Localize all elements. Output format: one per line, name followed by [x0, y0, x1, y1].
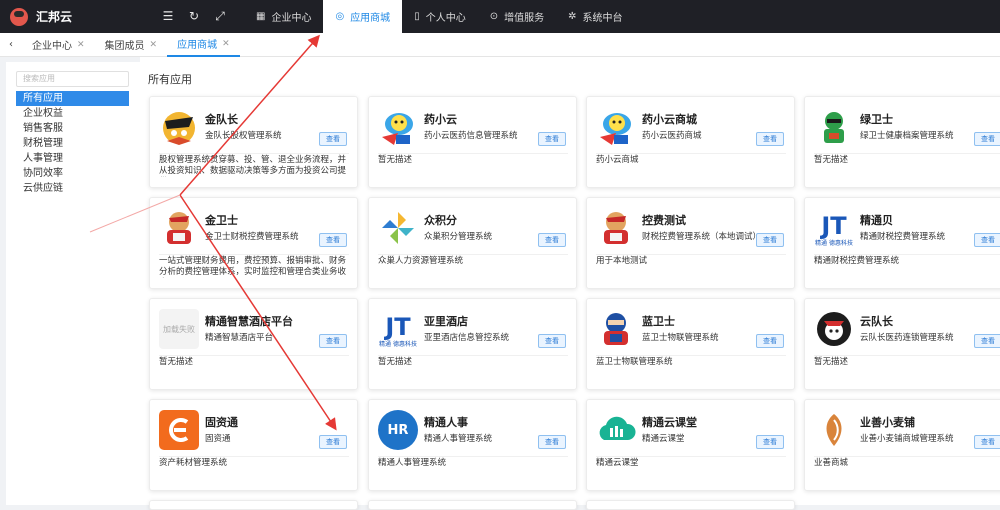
view-button[interactable]: 查看	[974, 334, 1000, 348]
toolbar: ☰ ↻ ⤢	[162, 9, 226, 24]
cloud-mascot-logo-icon	[378, 107, 418, 147]
app-store-icon: ◎	[335, 11, 345, 22]
cloud-captain-logo-icon	[814, 309, 854, 349]
category-collaboration[interactable]: 协同效率	[16, 166, 129, 181]
tab-group-members[interactable]: 集团成员 ✕	[95, 33, 168, 57]
topnav-system[interactable]: ✲ 系统中台	[556, 0, 634, 33]
category-supply-chain[interactable]: 云供应链	[16, 181, 129, 196]
app-card[interactable]: 云队长 云队长医药连锁管理系统 查看 暂无描述	[804, 298, 1000, 390]
app-list: 所有应用 金队长 金队长股权管理系统 查看 股权管理系统贯穿募、投、管、退全业务…	[140, 57, 1000, 510]
building-icon: ▦	[256, 11, 266, 22]
topnav-personal[interactable]: ▯ 个人中心	[402, 0, 478, 33]
gold-guard-logo-icon	[596, 208, 636, 248]
view-button[interactable]: 查看	[319, 435, 347, 449]
refresh-icon[interactable]: ↻	[188, 9, 200, 24]
hr-logo-icon: HR	[378, 410, 418, 450]
green-guard-logo-icon	[814, 107, 854, 147]
app-card[interactable]	[368, 500, 577, 510]
app-card[interactable]: 金队长 金队长股权管理系统 查看 股权管理系统贯穿募、投、管、退全业务流程，并从…	[149, 96, 358, 188]
category-sidebar: 搜索应用 所有应用 企业权益 销售客服 财税管理 人事管理 协同效率 云供应链	[6, 62, 140, 505]
view-button[interactable]: 查看	[974, 233, 1000, 247]
tab-bar: ‹ 企业中心 ✕ 集团成员 ✕ 应用商城 ✕	[0, 33, 1000, 57]
brand-logo-icon	[10, 7, 28, 26]
app-card[interactable]: 业善小麦铺 业善小麦铺商城管理系统 查看 业善商城	[804, 399, 1000, 491]
view-button[interactable]: 查看	[756, 435, 784, 449]
app-card[interactable]: 加载失败 精通智慧酒店平台 精通智慧酒店平台 查看 暂无描述	[149, 298, 358, 390]
wheat-logo-icon	[814, 410, 854, 450]
search-input[interactable]: 搜索应用	[16, 71, 129, 87]
value-icon: ⊙	[489, 11, 499, 22]
view-button[interactable]: 查看	[319, 132, 347, 146]
warrior-logo-icon	[159, 107, 199, 147]
category-hr[interactable]: 人事管理	[16, 151, 129, 166]
app-card[interactable]: JT 精通 德惠科技 亚里酒店 亚里酒店信息管控系统 查看 暂无描述	[368, 298, 577, 390]
brand[interactable]: 汇邦云	[0, 7, 150, 26]
view-button[interactable]: 查看	[756, 132, 784, 146]
category-all[interactable]: 所有应用	[16, 91, 129, 106]
chevron-left-icon[interactable]: ‹	[0, 39, 22, 50]
topnav-value-service[interactable]: ⊙ 增值服务	[478, 0, 556, 33]
category-finance-tax[interactable]: 财税管理	[16, 136, 129, 151]
jt-logo-icon: JT 精通 德惠科技	[379, 312, 417, 348]
section-title: 所有应用	[148, 73, 192, 86]
app-card[interactable]: 众积分 众巢积分管理系统 查看 众巢人力资源管理系统	[368, 197, 577, 289]
app-card[interactable]: 药小云商城 药小云医药商城 查看 药小云商城	[586, 96, 795, 188]
app-card[interactable]: 蓝卫士 蓝卫士物联管理系统 查看 蓝卫士物联管理系统	[586, 298, 795, 390]
jt-logo-icon: JT 精通 德惠科技	[815, 211, 853, 247]
view-button[interactable]: 查看	[974, 435, 1000, 449]
cloud-class-logo-icon	[596, 410, 636, 450]
loading-placeholder-icon: 加载失败	[159, 309, 199, 349]
category-sales-service[interactable]: 销售客服	[16, 121, 129, 136]
gold-guard-logo-icon	[159, 208, 199, 248]
view-button[interactable]: 查看	[538, 435, 566, 449]
view-button[interactable]: 查看	[974, 132, 1000, 146]
cloud-mascot-logo-icon	[596, 107, 636, 147]
topnav-app-store[interactable]: ◎ 应用商城	[323, 0, 403, 33]
top-bar: 汇邦云 ☰ ↻ ⤢ ▦ 企业中心 ◎ 应用商城 ▯ 个人中心 ⊙ 增值服务 ✲ 系统中台	[0, 0, 1000, 33]
tab-app-store[interactable]: 应用商城 ✕	[167, 33, 240, 57]
menu-icon[interactable]: ☰	[162, 9, 174, 24]
app-card[interactable]: 绿卫士 绿卫士健康档案管理系统 查看 暂无描述	[804, 96, 1000, 188]
view-button[interactable]: 查看	[538, 233, 566, 247]
svg-text:JT: JT	[819, 212, 847, 240]
phone-icon: ▯	[414, 11, 420, 22]
fullscreen-icon[interactable]: ⤢	[214, 9, 226, 24]
view-button[interactable]: 查看	[319, 233, 347, 247]
view-button[interactable]: 查看	[756, 233, 784, 247]
settings-icon: ✲	[568, 11, 577, 22]
app-card[interactable]	[149, 500, 358, 510]
app-card[interactable]: 药小云 药小云医药信息管理系统 查看 暂无描述	[368, 96, 577, 188]
app-card[interactable]: 固资通 固资通 查看 资产耗材管理系统	[149, 399, 358, 491]
points-logo-icon	[378, 208, 418, 248]
view-button[interactable]: 查看	[538, 334, 566, 348]
view-button[interactable]: 查看	[538, 132, 566, 146]
tab-enterprise[interactable]: 企业中心 ✕	[22, 33, 95, 57]
blue-guard-logo-icon	[596, 309, 636, 349]
close-icon[interactable]: ✕	[77, 40, 85, 50]
app-card[interactable]	[586, 500, 795, 510]
top-nav: ▦ 企业中心 ◎ 应用商城 ▯ 个人中心 ⊙ 增值服务 ✲ 系统中台	[244, 0, 634, 33]
app-card[interactable]: JT 精通 德惠科技 精通贝 精通财税控费管理系统 查看 精通财税控费管理系统	[804, 197, 1000, 289]
app-card[interactable]: 精通云课堂 精通云课堂 查看 精通云课堂	[586, 399, 795, 491]
brand-name: 汇邦云	[36, 10, 73, 24]
close-icon[interactable]: ✕	[150, 40, 158, 50]
asset-logo-icon	[159, 410, 199, 450]
topnav-enterprise[interactable]: ▦ 企业中心	[244, 0, 323, 33]
app-card[interactable]: 控费测试 财税控费管理系统（本地调试） 查看 用于本地测试	[586, 197, 795, 289]
close-icon[interactable]: ✕	[222, 39, 230, 49]
view-button[interactable]: 查看	[756, 334, 784, 348]
category-enterprise-rights[interactable]: 企业权益	[16, 106, 129, 121]
svg-text:JT: JT	[383, 313, 411, 341]
app-card[interactable]: HR 精通人事 精通人事管理系统 查看 精通人事管理系统	[368, 399, 577, 491]
app-card[interactable]: 金卫士 金卫士财税控费管理系统 查看 一站式管理财务费用，费控预算、报销审批、财…	[149, 197, 358, 289]
view-button[interactable]: 查看	[319, 334, 347, 348]
